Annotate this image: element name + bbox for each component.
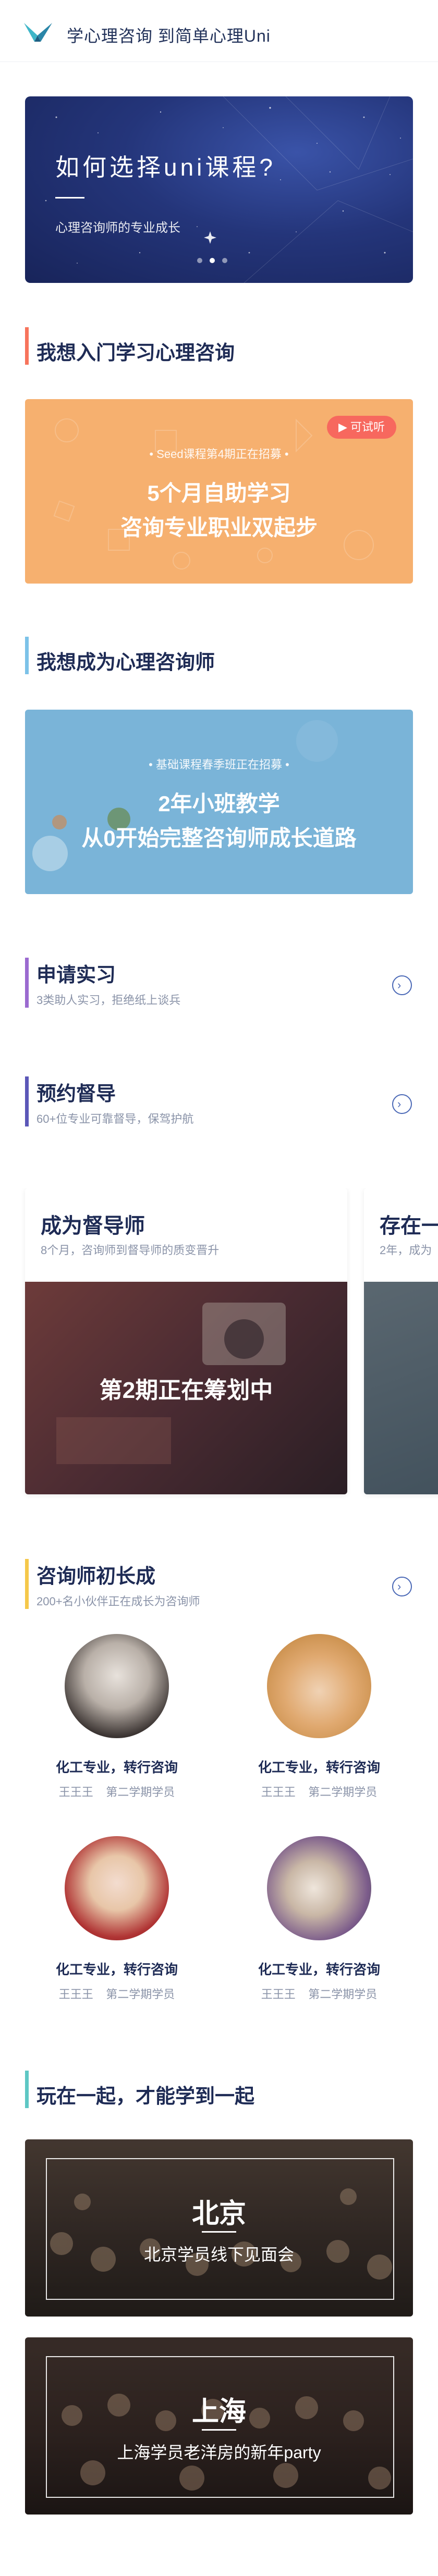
student-headline: 化工专业，转行咨询 [55, 1962, 178, 1977]
student-meta: 王王王 第二学期学员 [33, 1783, 200, 1800]
course-headline-1: 5个月自助学习 [147, 481, 291, 505]
program-image: 第2期正在筹划中 [25, 1282, 347, 1494]
event-card-beijing[interactable]: 北京 北京学员线下见面会 [25, 2139, 413, 2317]
student-headline: 化工专业，转行咨询 [55, 1760, 178, 1775]
carousel-indicator [197, 258, 227, 263]
student-cohort: 第二学期学员 [308, 1988, 378, 2001]
hero-banner[interactable]: 如何选择uni课程? 心理咨询师的专业成长 [25, 96, 413, 283]
program-card-supervisor[interactable]: 成为督导师 8个月，咨询师到督导师的质变晋升 第2期正在筹划中 [25, 1188, 347, 1494]
avatar [65, 1634, 169, 1738]
chevron-right-circle-icon[interactable]: › [392, 1094, 412, 1114]
student-meta: 王王王 第二学期学员 [236, 1783, 403, 1800]
student-name: 王王王 [261, 1786, 296, 1799]
student-headline: 化工专业，转行咨询 [258, 1760, 380, 1775]
course-headline-2: 从0开始完整咨询师成长道路 [81, 826, 357, 850]
section-accent-bar [25, 2071, 29, 2108]
program-image [364, 1282, 438, 1494]
program-title: 存在一 [380, 1215, 438, 1237]
student-cohort: 第二学期学员 [308, 1786, 378, 1799]
student-cohort: 第二学期学员 [106, 1786, 175, 1799]
section-accent-bar [25, 637, 29, 674]
program-subtitle: 2年，成为 [380, 1244, 432, 1257]
trial-badge-label: 可试听 [350, 420, 385, 434]
avatar [267, 1836, 371, 1940]
growth-subtitle: 200+名小伙伴正在成长为咨询师 [36, 1595, 200, 1608]
student-headline: 化工专业，转行咨询 [258, 1962, 380, 1977]
row-title: 预约督导 [36, 1083, 116, 1105]
section-title-intro: 我想入门学习心理咨询 [36, 342, 235, 364]
student-meta: 王王王 第二学期学员 [236, 1985, 403, 2002]
chevron-right-circle-icon[interactable]: › [392, 975, 412, 995]
growth-title: 咨询师初长成 [36, 1566, 156, 1588]
course-card-seed[interactable]: ▶ 可试听 • Seed课程第4期正在招募 • 5个月自助学习 咨询专业职业双起… [25, 399, 413, 584]
event-card-shanghai[interactable]: 上海 上海学员老洋房的新年party [25, 2337, 413, 2515]
event-city: 上海 [191, 2397, 246, 2427]
starfield-decoration [45, 96, 413, 283]
chevron-right-circle-icon[interactable]: › [392, 1577, 412, 1596]
row-accent-bar [25, 958, 29, 1008]
row-subtitle: 60+位专业可靠督导，保驾护航 [36, 1112, 194, 1125]
event-divider [202, 2429, 236, 2431]
row-supervision[interactable]: 预约督导 60+位专业可靠督导，保驾护航 › [0, 1067, 438, 1140]
course-status: • 基础课程春季班正在招募 • [149, 758, 289, 771]
hero-divider [55, 197, 84, 199]
header-title: 学心理咨询 到简单心理Uni [67, 27, 271, 45]
uni-logo-icon [24, 23, 52, 42]
course-card-basic[interactable]: • 基础课程春季班正在招募 • 2年小班教学 从0开始完整咨询师成长道路 [25, 710, 413, 894]
program-title: 成为督导师 [41, 1215, 145, 1237]
program-overlay-text: 第2期正在筹划中 [99, 1378, 273, 1403]
app-header: 学心理咨询 到简单心理Uni [0, 0, 438, 62]
section-title-become: 我想成为心理咨询师 [36, 652, 215, 674]
avatar [267, 1634, 371, 1738]
row-subtitle: 3类助人实习，拒绝纸上谈兵 [36, 994, 181, 1007]
event-caption: 上海学员老洋房的新年party [117, 2443, 321, 2462]
row-internship[interactable]: 申请实习 3类助人实习，拒绝纸上谈兵 › [0, 948, 438, 1021]
growth-header[interactable]: 咨询师初长成 200+名小伙伴正在成长为咨询师 › [0, 1550, 438, 1623]
event-city: 北京 [191, 2199, 246, 2229]
course-headline-2: 咨询专业职业双起步 [120, 515, 318, 540]
carousel-dot-active[interactable] [210, 258, 215, 263]
avatar [65, 1836, 169, 1940]
row-title: 申请实习 [36, 964, 116, 986]
student-cohort: 第二学期学员 [106, 1988, 175, 2001]
row-accent-bar [25, 1076, 29, 1126]
hero-title: 如何选择uni课程? [55, 154, 276, 181]
hero-subtitle: 心理咨询师的专业成长 [55, 221, 180, 235]
student-name: 王王王 [261, 1988, 296, 2001]
course-status: • Seed课程第4期正在招募 • [149, 448, 289, 461]
section-title-fun: 玩在一起，才能学到一起 [36, 2086, 255, 2108]
event-divider [202, 2231, 236, 2233]
program-card-existential[interactable]: 存在一 2年，成为 [364, 1188, 438, 1494]
section-accent-bar [25, 327, 29, 365]
program-carousel[interactable]: 成为督导师 8个月，咨询师到督导师的质变晋升 第2期正在筹划中 存在一 2年，成… [0, 1188, 438, 1501]
carousel-dot[interactable] [197, 258, 202, 263]
trial-badge[interactable]: ▶ 可试听 [326, 416, 396, 439]
event-caption: 北京学员线下见面会 [143, 2245, 294, 2264]
row-accent-bar [25, 1559, 29, 1609]
course-headline-1: 2年小班教学 [158, 791, 280, 816]
student-name: 王王王 [58, 1988, 93, 2001]
program-subtitle: 8个月，咨询师到督导师的质变晋升 [41, 1244, 220, 1257]
student-name: 王王王 [58, 1786, 93, 1799]
student-meta: 王王王 第二学期学员 [33, 1985, 200, 2002]
carousel-dot[interactable] [222, 258, 227, 263]
